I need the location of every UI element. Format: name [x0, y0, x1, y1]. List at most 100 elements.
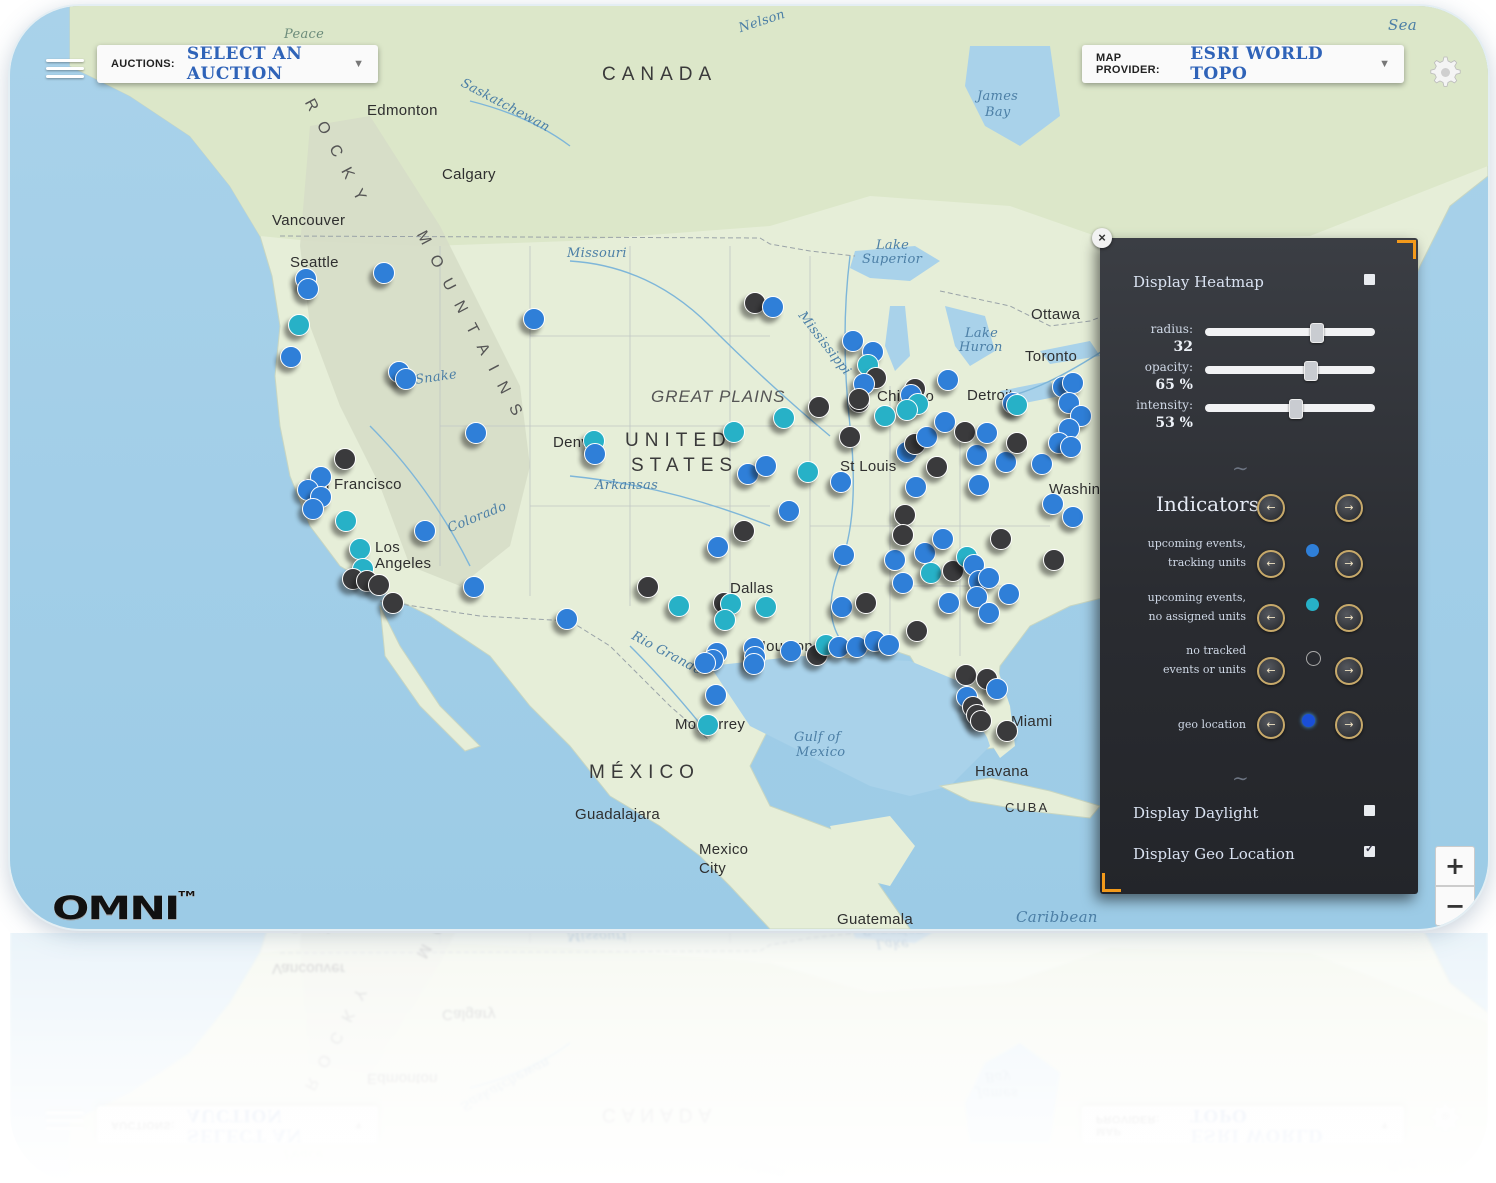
auction-marker[interactable] [878, 634, 900, 656]
auction-marker[interactable] [916, 426, 938, 448]
auction-marker[interactable] [1006, 394, 1028, 416]
auction-marker[interactable] [382, 592, 404, 614]
auction-marker[interactable] [914, 542, 936, 564]
auction-marker[interactable] [848, 388, 870, 410]
auction-marker[interactable] [349, 538, 371, 560]
auction-marker[interactable] [976, 422, 998, 444]
hamburger-menu-icon[interactable] [46, 54, 84, 84]
indicator-3-prev-arrow-icon[interactable]: ← [1257, 657, 1285, 685]
auction-marker[interactable] [978, 567, 1000, 589]
auction-marker[interactable] [733, 520, 755, 542]
opacity-slider[interactable] [1205, 361, 1375, 381]
auction-marker[interactable] [830, 471, 852, 493]
indicator-2-prev-arrow-icon[interactable]: ← [1257, 604, 1285, 632]
auction-marker[interactable] [755, 596, 777, 618]
auction-marker[interactable] [955, 664, 977, 686]
auction-marker[interactable] [938, 592, 960, 614]
radius-slider-thumb[interactable] [1309, 323, 1324, 343]
auction-marker[interactable] [1031, 453, 1053, 475]
auction-marker[interactable] [970, 710, 992, 732]
display-heatmap-checkbox[interactable] [1364, 274, 1375, 285]
auction-marker[interactable] [996, 720, 1018, 742]
auction-marker[interactable] [926, 456, 948, 478]
auction-marker[interactable] [584, 443, 606, 465]
auction-marker[interactable] [714, 609, 736, 631]
auction-marker[interactable] [892, 572, 914, 594]
auction-marker[interactable] [1042, 493, 1064, 515]
auction-marker[interactable] [523, 308, 545, 330]
intensity-slider-thumb[interactable] [1289, 399, 1304, 419]
auction-marker[interactable] [995, 451, 1017, 473]
auction-marker[interactable] [780, 640, 802, 662]
auction-marker[interactable] [934, 411, 956, 433]
auction-marker[interactable] [707, 536, 729, 558]
auction-marker[interactable] [743, 653, 765, 675]
zoom-out-button[interactable]: − [1435, 886, 1475, 926]
auction-marker[interactable] [905, 476, 927, 498]
indicators-next-arrow-icon[interactable]: → [1335, 494, 1363, 522]
auction-marker[interactable] [894, 504, 916, 526]
auction-marker[interactable] [833, 544, 855, 566]
auction-marker[interactable] [637, 576, 659, 598]
auction-marker[interactable] [998, 583, 1020, 605]
auction-marker[interactable] [932, 528, 954, 550]
indicator-1-prev-arrow-icon[interactable]: ← [1257, 550, 1285, 578]
auction-marker[interactable] [762, 296, 784, 318]
auction-marker[interactable] [906, 620, 928, 642]
auction-marker[interactable] [839, 426, 861, 448]
auction-marker[interactable] [1006, 432, 1028, 454]
auction-marker[interactable] [968, 474, 990, 496]
auction-marker[interactable] [463, 576, 485, 598]
auction-marker[interactable] [414, 520, 436, 542]
auction-marker[interactable] [1060, 436, 1082, 458]
auction-marker[interactable] [855, 592, 877, 614]
auction-marker[interactable] [808, 396, 830, 418]
auction-marker[interactable] [966, 444, 988, 466]
indicator-2-next-arrow-icon[interactable]: → [1335, 604, 1363, 632]
auction-marker[interactable] [668, 595, 690, 617]
display-geo-location-checkbox[interactable] [1364, 842, 1375, 857]
intensity-slider[interactable] [1205, 399, 1375, 419]
indicator-1-next-arrow-icon[interactable]: → [1335, 550, 1363, 578]
auction-marker[interactable] [465, 422, 487, 444]
auction-marker[interactable] [280, 346, 302, 368]
auction-marker[interactable] [896, 399, 918, 421]
auction-marker[interactable] [831, 596, 853, 618]
auction-marker[interactable] [705, 684, 727, 706]
auction-select[interactable]: AUCTIONS: SELECT AN AUCTION ▼ [97, 44, 378, 84]
auction-marker[interactable] [884, 549, 906, 571]
display-daylight-checkbox[interactable] [1364, 805, 1375, 816]
auction-marker[interactable] [978, 602, 1000, 624]
auction-marker[interactable] [334, 448, 356, 470]
auction-marker[interactable] [697, 714, 719, 736]
auction-marker[interactable] [954, 421, 976, 443]
indicator-4-next-arrow-icon[interactable]: → [1335, 711, 1363, 739]
gear-icon[interactable] [1427, 54, 1461, 88]
auction-marker[interactable] [986, 678, 1008, 700]
indicator-4-prev-arrow-icon[interactable]: ← [1257, 711, 1285, 739]
auction-marker[interactable] [937, 369, 959, 391]
auction-marker[interactable] [842, 330, 864, 352]
indicator-3-next-arrow-icon[interactable]: → [1335, 657, 1363, 685]
auction-marker[interactable] [302, 498, 324, 520]
auction-marker[interactable] [773, 407, 795, 429]
opacity-slider-thumb[interactable] [1304, 361, 1319, 381]
auction-marker[interactable] [990, 528, 1012, 550]
close-icon[interactable]: × [1092, 228, 1112, 248]
auction-marker[interactable] [694, 652, 716, 674]
auction-marker[interactable] [373, 262, 395, 284]
auction-marker[interactable] [723, 421, 745, 443]
auction-marker[interactable] [874, 405, 896, 427]
auction-marker[interactable] [778, 500, 800, 522]
auction-marker[interactable] [892, 524, 914, 546]
auction-marker[interactable] [335, 510, 357, 532]
auction-marker[interactable] [1062, 506, 1084, 528]
auction-marker[interactable] [920, 562, 942, 584]
radius-slider[interactable] [1205, 323, 1375, 343]
auction-marker[interactable] [395, 368, 417, 390]
map-provider-select[interactable]: MAP PROVIDER: ESRI WORLD TOPO ▼ [1082, 44, 1404, 84]
zoom-in-button[interactable]: + [1435, 846, 1475, 886]
auction-marker[interactable] [1062, 372, 1084, 394]
indicators-prev-arrow-icon[interactable]: ← [1257, 494, 1285, 522]
auction-marker[interactable] [556, 608, 578, 630]
